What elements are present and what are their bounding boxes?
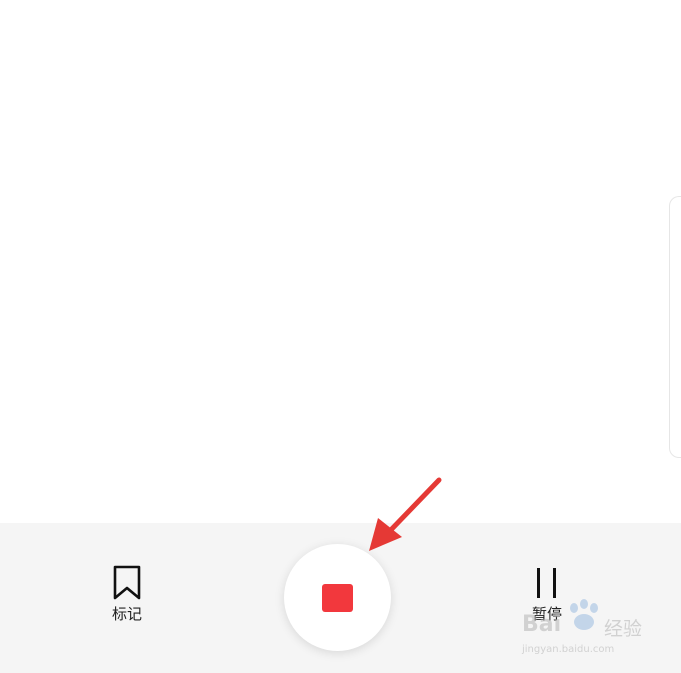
stop-icon <box>322 584 353 612</box>
bookmark-icon <box>113 565 141 600</box>
mark-button[interactable]: 标记 <box>97 565 157 635</box>
pause-label: 暂停 <box>531 605 562 623</box>
side-panel-edge[interactable] <box>669 196 681 458</box>
mark-label: 标记 <box>111 605 142 623</box>
pause-icon <box>537 568 556 598</box>
pause-button[interactable]: 暂停 <box>517 565 577 635</box>
content-area <box>0 0 681 523</box>
stop-record-button[interactable] <box>284 544 391 651</box>
